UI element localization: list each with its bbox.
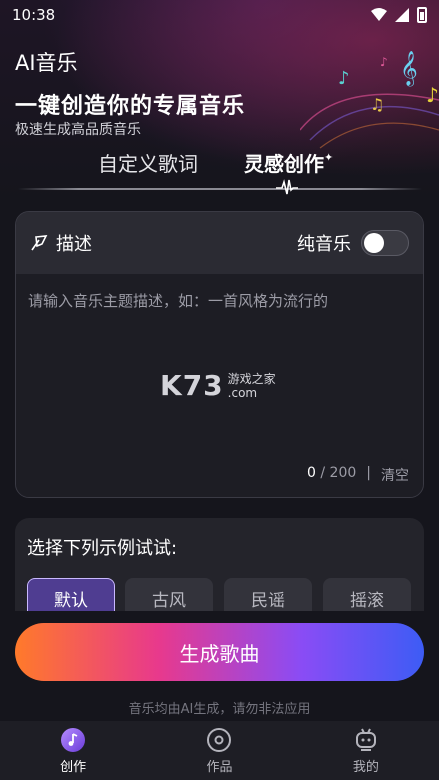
description-placeholder: 请输入音乐主题描述，如：一首风格为流行的 [28, 292, 329, 310]
clear-button[interactable]: 清空 [381, 465, 409, 485]
counter-separator: | [366, 465, 371, 481]
tab-divider [18, 188, 422, 190]
record-icon [207, 727, 232, 752]
subheadline: 极速生成高品质音乐 [15, 122, 141, 138]
watermark-text: 游戏之家 .com [228, 372, 276, 400]
status-time: 10:38 [12, 6, 56, 24]
mode-tabs: 自定义歌词 灵感创作✦ [0, 140, 439, 195]
svg-text:♪: ♪ [426, 83, 439, 107]
svg-text:𝄞: 𝄞 [400, 51, 418, 87]
watermark-logo: K73 [160, 369, 224, 402]
music-notes-decoration: ♪ ♫ 𝄞 ♪ ♪ [300, 51, 439, 149]
pure-music-label: 纯音乐 [297, 234, 351, 255]
nav-label-create: 创作 [60, 759, 87, 775]
app-title: AI音乐 [15, 51, 78, 75]
disclaimer: 音乐均由AI生成，请勿非法应用 [128, 702, 311, 717]
generate-song-button[interactable]: 生成歌曲 [15, 623, 424, 681]
example-chip-folk[interactable]: 民谣 [224, 578, 312, 611]
sparkle-icon: ✦ [324, 151, 334, 164]
nav-item-works[interactable]: 作品 [146, 721, 292, 780]
examples-title: 选择下列示例试试: [27, 538, 178, 559]
example-chip-default[interactable]: 默认 [27, 578, 115, 611]
nav-item-create[interactable]: 创作 [0, 721, 146, 780]
count-max: / 200 [320, 465, 357, 481]
wifi-icon [371, 8, 387, 21]
headline: 一键创造你的专属音乐 [15, 94, 246, 119]
toggle-knob [364, 233, 384, 253]
description-card: 描述 纯音乐 请输入音乐主题描述，如：一首风格为流行的 K73 游戏之家 .co… [15, 211, 424, 498]
description-card-header: 描述 纯音乐 [16, 212, 423, 274]
examples-panel: 选择下列示例试试: 默认 古风 民谣 摇滚 [15, 518, 424, 611]
tab-inspiration[interactable]: 灵感创作✦ [244, 148, 333, 177]
robot-profile-icon [355, 728, 376, 751]
tab-inspiration-label: 灵感创作 [244, 152, 324, 176]
nav-label-works: 作品 [206, 759, 233, 775]
status-bar: 10:38 [0, 0, 439, 30]
svg-text:♪: ♪ [338, 68, 350, 89]
pure-music-toggle[interactable] [361, 230, 409, 256]
description-title-label: 描述 [56, 234, 92, 255]
pen-icon [31, 235, 48, 251]
description-title: 描述 [30, 230, 92, 256]
nav-item-mine[interactable]: 我的 [293, 721, 439, 780]
tab-custom-lyrics[interactable]: 自定义歌词 [98, 148, 198, 177]
nav-label-mine: 我的 [352, 759, 379, 775]
character-counter: 0 / 200 | 清空 [307, 465, 409, 485]
example-chip-ancient[interactable]: 古风 [125, 578, 213, 611]
music-disc-icon [61, 727, 86, 752]
bottom-nav: 创作 作品 我的 [0, 721, 439, 780]
signal-icon [395, 8, 409, 22]
watermark-line2: .com [227, 385, 258, 400]
watermark-line1: 游戏之家 [227, 371, 276, 386]
pure-music-setting: 纯音乐 [297, 230, 409, 256]
svg-text:♪: ♪ [380, 55, 388, 69]
description-input-area[interactable]: 请输入音乐主题描述，如：一首风格为流行的 K73 游戏之家 .com 0 / 2… [16, 274, 423, 497]
watermark: K73 游戏之家 .com [160, 369, 276, 402]
active-tab-wave-icon [276, 179, 298, 195]
count-current: 0 [307, 465, 316, 481]
battery-icon [417, 7, 427, 23]
svg-text:♫: ♫ [370, 95, 384, 114]
example-chip-rock[interactable]: 摇滚 [323, 578, 411, 611]
status-icons [371, 7, 427, 23]
